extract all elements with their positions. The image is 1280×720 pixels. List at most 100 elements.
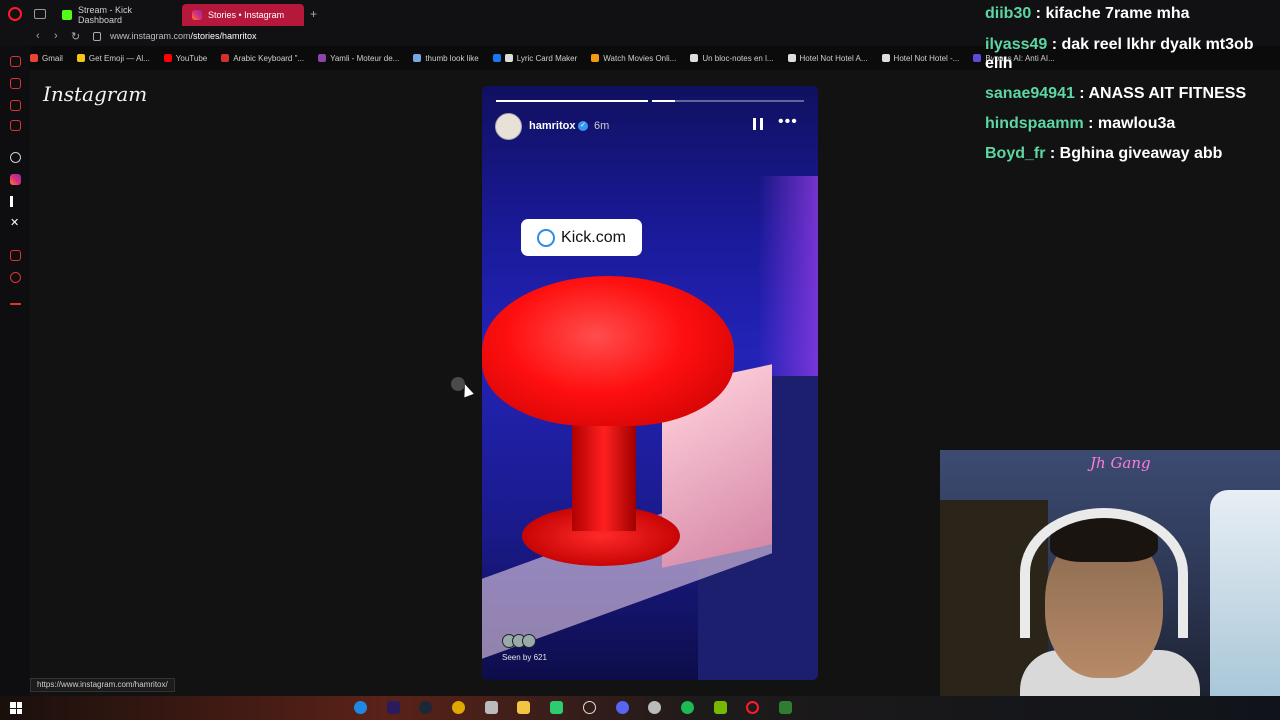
file-explorer-icon[interactable] [517, 701, 530, 714]
app-icon[interactable] [485, 701, 498, 714]
bookmark-item[interactable]: Arabic Keyboard "... [221, 54, 304, 63]
instagram-logo[interactable]: Instagram [43, 82, 147, 106]
link-status-bar: https://www.instagram.com/hamritox/ [30, 678, 175, 692]
bookmark-label: Watch Movies Onli... [603, 53, 677, 63]
forward-arrow-icon[interactable]: › [54, 30, 58, 42]
bookmark-item[interactable]: Un bloc-notes en l... [690, 54, 774, 63]
arabic-keyboard-icon [221, 54, 230, 62]
tab-kick-dashboard[interactable]: Stream - Kick Dashboard [52, 4, 182, 26]
windows-taskbar [0, 696, 1280, 720]
spotify-icon[interactable] [681, 701, 694, 714]
story-progress-segment [652, 100, 804, 102]
story-progress-fill [496, 100, 648, 102]
instagram-favicon-icon [192, 10, 202, 20]
viewer-avatars[interactable] [502, 634, 542, 648]
neon-sign: Jh Gang [1090, 454, 1151, 472]
link-sticker[interactable]: Kick.com [521, 219, 642, 256]
history-icon[interactable] [10, 272, 21, 283]
story-username[interactable]: hamritox [529, 120, 575, 132]
story-progress-fill [652, 100, 675, 102]
downloads-icon[interactable] [10, 294, 21, 305]
edge-icon[interactable] [354, 701, 367, 714]
kick-favicon-icon [62, 10, 72, 20]
bookmark-item[interactable]: thumb look like [413, 54, 479, 63]
windows-start-icon[interactable] [10, 702, 22, 714]
back-arrow-icon[interactable]: ‹ [36, 30, 40, 42]
youtube-icon [163, 54, 172, 62]
bookmark-item[interactable]: Gmail [30, 54, 63, 63]
star-icon [413, 54, 422, 62]
chat-message: diib30 : kifache 7rame mha [985, 5, 1190, 22]
music-icon[interactable] [10, 120, 21, 131]
obs-icon[interactable] [583, 701, 596, 714]
chat-text: Bghina giveaway abb [1059, 145, 1223, 162]
seen-by-count[interactable]: Seen by 621 [502, 653, 547, 662]
chat-message: sanae94941 : ANASS AIT FITNESS [985, 85, 1247, 102]
emoji-icon [76, 54, 85, 62]
nvidia-icon[interactable] [714, 701, 727, 714]
notepad-icon [690, 54, 699, 62]
instagram-icon[interactable] [10, 174, 21, 185]
more-options-icon[interactable]: ••• [778, 113, 798, 131]
aria-icon[interactable] [10, 56, 21, 67]
pinboard-icon[interactable] [10, 250, 21, 261]
reload-icon[interactable]: ↻ [71, 30, 80, 43]
bookmark-label: YouTube [175, 53, 208, 63]
facebook-icon [492, 54, 501, 62]
app-icon[interactable] [779, 701, 792, 714]
bookmark-label: Get Emoji — Al... [88, 53, 150, 63]
app-icon[interactable] [648, 701, 661, 714]
opera-logo-icon[interactable] [8, 7, 22, 21]
tiktok-icon[interactable] [10, 196, 21, 207]
gaming-chair [1210, 490, 1280, 696]
document-icon [787, 54, 796, 62]
twitch-icon[interactable] [10, 100, 21, 111]
document-icon [881, 54, 890, 62]
stream-chat-overlay: diib30 : kifache 7rame mha ilyass49 : da… [985, 4, 1277, 174]
chrome-icon[interactable] [452, 701, 465, 714]
bookmark-item[interactable]: Lyric Card Maker [492, 53, 578, 63]
bookmark-label: Lyric Card Maker [516, 53, 578, 63]
lamp-shade [482, 276, 734, 426]
steam-icon[interactable] [419, 701, 432, 714]
bookmark-item[interactable]: Hotel Not Hotel -... [881, 53, 960, 63]
bookmark-item[interactable]: YouTube [163, 53, 208, 63]
chat-username: Boyd_fr [985, 145, 1046, 162]
chat-message: hindspaamm : mawlou3a [985, 115, 1176, 132]
new-tab-plus-icon[interactable]: + [310, 7, 317, 21]
opera-taskbar-icon[interactable] [746, 701, 759, 714]
x-icon[interactable]: ✕ [10, 218, 21, 229]
chatgpt-icon[interactable] [10, 152, 21, 163]
discord-icon[interactable] [616, 701, 629, 714]
screen: Stream - Kick Dashboard Stories • Instag… [0, 0, 1280, 720]
bookmark-item[interactable]: Yamli - Moteur de... [318, 54, 399, 63]
yamli-icon [318, 54, 327, 62]
movie-icon [591, 54, 600, 62]
bookmark-label: Hotel Not Hotel -... [893, 53, 960, 63]
chat-message: ilyass49 : dak reel lkhr dyalk mt3ob eli… [985, 36, 1254, 72]
chat-message: Boyd_fr : Bghina giveaway abb [985, 145, 1223, 162]
url-field[interactable]: www.instagram.com/stories/hamritox [110, 31, 257, 41]
chat-username: hindspaamm [985, 115, 1084, 132]
bookmarks-bar: Gmail Get Emoji — Al... YouTube Arabic K… [30, 50, 1055, 66]
tab-label: Stream - Kick Dashboard [78, 5, 133, 25]
verified-badge-icon: ✓ [578, 121, 588, 131]
avatar[interactable] [495, 113, 522, 140]
story-time: 6m [594, 120, 610, 132]
pause-icon[interactable] [753, 118, 763, 130]
link-sticker-label: Kick.com [561, 228, 626, 246]
bookmark-item[interactable]: Hotel Not Hotel A... [787, 54, 868, 63]
bookmark-label: Yamli - Moteur de... [330, 53, 400, 63]
url-path: /stories/hamritox [190, 31, 257, 41]
bookmark-item[interactable]: Get Emoji — Al... [76, 53, 150, 63]
bookmark-item[interactable]: Watch Movies Onli... [591, 54, 676, 63]
app-icon[interactable] [550, 701, 563, 714]
chat-username: diib30 [985, 5, 1032, 22]
workspaces-icon[interactable] [34, 9, 46, 19]
premiere-icon[interactable] [387, 701, 400, 714]
messenger-icon[interactable] [10, 78, 21, 89]
tab-instagram-stories[interactable]: Stories • Instagram [182, 4, 304, 26]
headset [1020, 508, 1188, 638]
story-viewer[interactable]: hamritox ✓ 6m ••• Kick.com Seen by 621 [482, 86, 818, 680]
bookmark-label: Gmail [42, 53, 63, 63]
